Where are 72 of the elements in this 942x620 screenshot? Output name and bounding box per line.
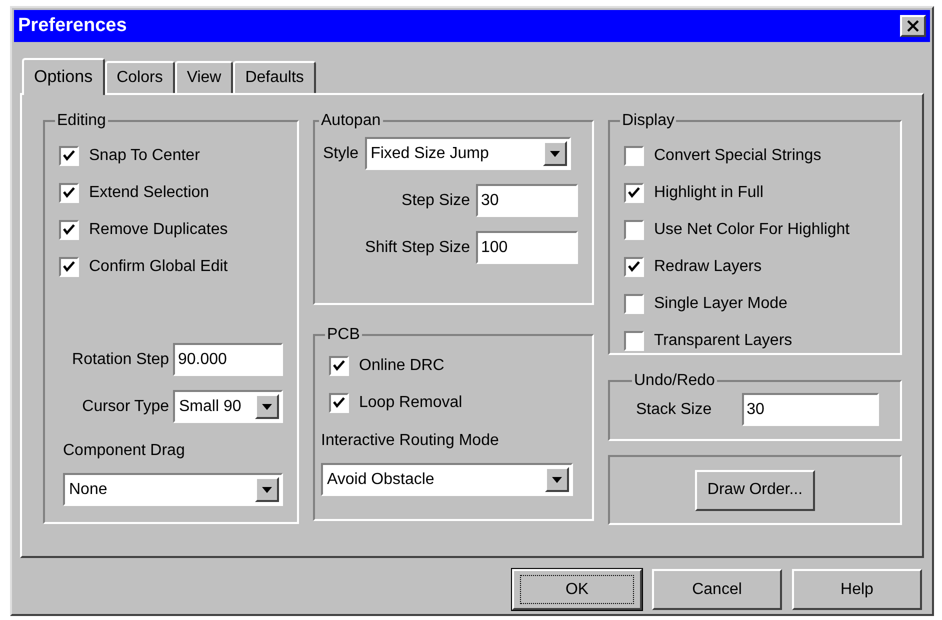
close-button[interactable] [900,15,926,37]
checkbox[interactable] [624,146,644,166]
cursor-type-dropdown[interactable]: Small 90 [173,390,283,423]
routing-mode-dropdown[interactable]: Avoid Obstacle [321,463,573,496]
field-label: Shift Step Size [365,238,470,258]
group-title: Editing [56,111,107,131]
step-size-field[interactable]: 30 [476,184,578,217]
dropdown-arrow-button[interactable] [542,141,567,166]
draw-order-button[interactable]: Draw Order... [695,470,815,510]
dropdown-arrow-button[interactable] [255,477,279,502]
checkbox-label[interactable]: Remove Duplicates [89,218,228,242]
dropdown-arrow-button[interactable] [545,467,569,492]
checkbox[interactable] [624,256,644,276]
checkbox[interactable] [59,220,79,240]
dialog-button[interactable]: Cancel [652,569,782,610]
checkbox[interactable] [329,392,349,412]
field-label: Cursor Type [82,396,169,416]
caret-icon [262,486,272,492]
group-title: Display [621,111,676,131]
tab[interactable]: Options [22,58,105,95]
field-label: Interactive Routing Mode [321,431,500,451]
caret-icon [550,150,560,156]
field-label: Step Size [402,190,470,210]
checkmark-icon [63,186,75,198]
checkbox-label[interactable]: Convert Special Strings [654,144,822,168]
checkbox-label[interactable]: Extend Selection [89,180,210,204]
group-title: Undo/Redo [633,371,716,391]
dialog-button[interactable]: Help [792,569,922,610]
checkmark-icon [333,396,345,408]
stack-size-field[interactable]: 30 [742,393,879,426]
component-drag-dropdown[interactable]: None [63,473,283,506]
checkmark-icon [63,150,75,162]
checkbox[interactable] [59,256,79,276]
checkbox-label[interactable]: Use Net Color For Highlight [654,218,850,242]
checkbox[interactable] [59,182,79,202]
caret-icon [262,404,272,410]
checkbox[interactable] [329,356,349,376]
tab[interactable]: View [174,61,234,93]
tab[interactable]: Colors [104,61,175,93]
checkmark-icon [63,224,75,236]
rotation-step-field[interactable]: 90.000 [173,343,283,376]
close-icon [907,20,919,32]
checkbox[interactable] [624,182,644,202]
field-label: Style [323,144,359,164]
style-dropdown[interactable]: Fixed Size Jump [364,137,571,170]
dropdown-arrow-button[interactable] [255,394,279,419]
field-label: Component Drag [63,441,186,461]
caret-icon [552,476,562,482]
group-title: Autopan [320,111,382,131]
checkbox-label[interactable]: Snap To Center [89,144,200,168]
checkbox[interactable] [624,294,644,314]
checkmark-icon [628,260,640,272]
checkbox-label[interactable]: Confirm Global Edit [89,254,228,278]
tab[interactable]: Defaults [233,61,316,93]
checkbox[interactable] [59,146,79,166]
checkmark-icon [63,260,75,272]
checkbox-label[interactable]: Single Layer Mode [654,292,788,316]
checkbox-label[interactable]: Redraw Layers [654,254,762,278]
field-label: Rotation Step [72,350,169,370]
dialog-button[interactable]: OK [512,569,642,610]
group-title: PCB [326,325,361,345]
checkbox-label[interactable]: Transparent Layers [654,328,792,352]
checkmark-icon [628,186,640,198]
field-label: Stack Size [636,400,712,420]
checkmark-icon [333,360,345,372]
checkbox[interactable] [624,330,644,350]
checkbox-label[interactable]: Online DRC [359,354,444,378]
window-title: Preferences [18,14,127,38]
checkbox-label[interactable]: Loop Removal [359,390,462,414]
checkbox-label[interactable]: Highlight in Full [654,180,764,204]
checkbox[interactable] [624,220,644,240]
shift-step-size-field[interactable]: 100 [476,231,578,264]
